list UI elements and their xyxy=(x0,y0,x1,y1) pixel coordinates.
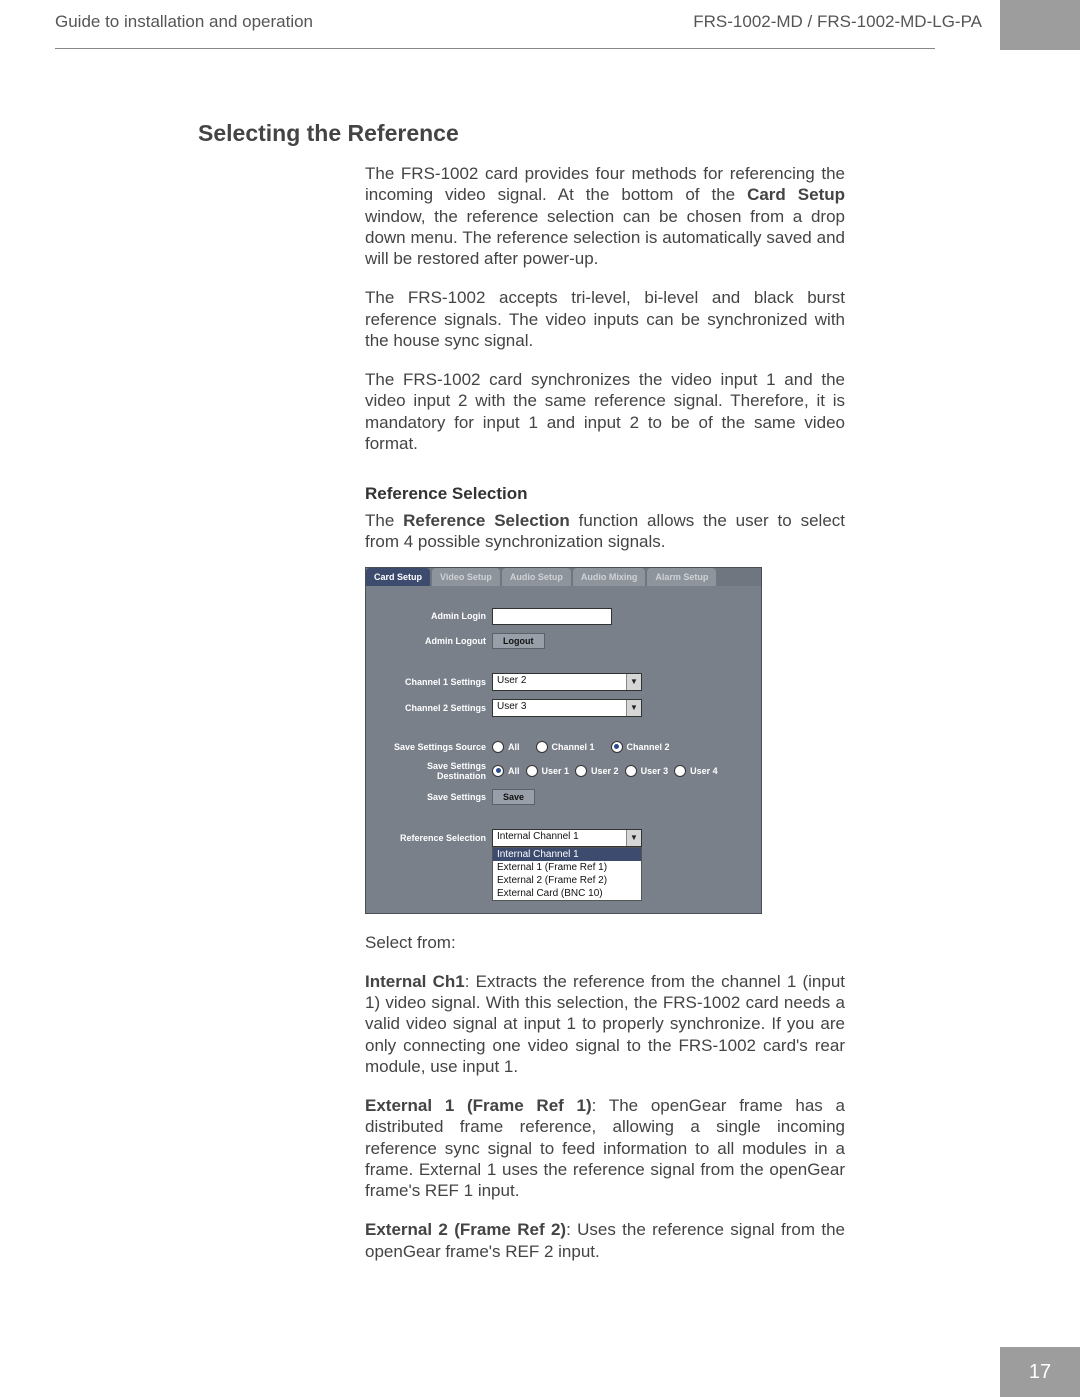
radio-destination-user-3[interactable]: User 3 xyxy=(625,765,669,777)
reference-option[interactable]: External 1 (Frame Ref 1) xyxy=(493,861,641,874)
channel-1-settings-dropdown[interactable]: User 2 ▼ xyxy=(492,673,642,691)
reference-selection-label: Reference Selection xyxy=(378,833,492,843)
save-settings-source-label: Save Settings Source xyxy=(378,742,492,752)
tab-audio-mixing[interactable]: Audio Mixing xyxy=(573,568,646,586)
radio-destination-user-2[interactable]: User 2 xyxy=(575,765,619,777)
card-setup-panel: Card Setup Video Setup Audio Setup Audio… xyxy=(365,567,762,914)
radio-destination-user-4[interactable]: User 4 xyxy=(674,765,718,777)
select-from-label: Select from: xyxy=(365,932,845,953)
chevron-down-icon: ▼ xyxy=(626,674,641,690)
paragraph-2: The FRS-1002 accepts tri-level, bi-level… xyxy=(365,287,845,351)
admin-login-label: Admin Login xyxy=(378,611,492,621)
chevron-down-icon: ▼ xyxy=(626,700,641,716)
header-left: Guide to installation and operation xyxy=(0,0,693,32)
reference-option[interactable]: Internal Channel 1 xyxy=(493,848,641,861)
radio-source-channel-2[interactable]: Channel 2 xyxy=(611,741,670,753)
reference-selection-dropdown[interactable]: Internal Channel 1 ▼ xyxy=(492,829,642,847)
channel-1-settings-label: Channel 1 Settings xyxy=(378,677,492,687)
page-header: Guide to installation and operation FRS-… xyxy=(0,0,1080,50)
logout-button[interactable]: Logout xyxy=(492,633,545,649)
subheading-reference-selection: Reference Selection xyxy=(365,484,845,504)
chevron-down-icon: ▼ xyxy=(626,830,641,846)
radio-source-channel-1[interactable]: Channel 1 xyxy=(536,741,595,753)
save-button[interactable]: Save xyxy=(492,789,535,805)
tab-audio-setup[interactable]: Audio Setup xyxy=(502,568,571,586)
header-right: FRS-1002-MD / FRS-1002-MD-LG-PA xyxy=(693,0,1000,32)
header-rule xyxy=(55,48,935,49)
save-settings-destination-radios: All User 1 User 2 User 3 User 4 xyxy=(492,765,718,777)
subheading-paragraph: The Reference Selection function allows … xyxy=(365,510,845,553)
channel-2-settings-dropdown[interactable]: User 3 ▼ xyxy=(492,699,642,717)
paragraph-3: The FRS-1002 card synchronizes the video… xyxy=(365,369,845,454)
admin-login-input[interactable] xyxy=(492,608,612,625)
panel-tabs: Card Setup Video Setup Audio Setup Audio… xyxy=(366,568,761,586)
save-settings-destination-label: Save Settings Destination xyxy=(378,761,492,781)
tab-video-setup[interactable]: Video Setup xyxy=(432,568,500,586)
page-number: 17 xyxy=(1000,1347,1080,1397)
tab-alarm-setup[interactable]: Alarm Setup xyxy=(647,568,716,586)
paragraph-1: The FRS-1002 card provides four methods … xyxy=(365,163,845,269)
header-corner-block xyxy=(1000,0,1080,50)
radio-source-all[interactable]: All xyxy=(492,741,520,753)
reference-option[interactable]: External 2 (Frame Ref 2) xyxy=(493,874,641,887)
tab-card-setup[interactable]: Card Setup xyxy=(366,568,430,586)
option-external-2: External 2 (Frame Ref 2): Uses the refer… xyxy=(365,1219,845,1262)
reference-selection-options: Internal Channel 1External 1 (Frame Ref … xyxy=(492,847,642,901)
radio-destination-user-1[interactable]: User 1 xyxy=(526,765,570,777)
radio-destination-all[interactable]: All xyxy=(492,765,520,777)
reference-option[interactable]: External Card (BNC 10) xyxy=(493,887,641,900)
option-external-1: External 1 (Frame Ref 1): The openGear f… xyxy=(365,1095,845,1201)
save-settings-source-radios: All Channel 1 Channel 2 xyxy=(492,741,670,753)
channel-2-settings-label: Channel 2 Settings xyxy=(378,703,492,713)
admin-logout-label: Admin Logout xyxy=(378,636,492,646)
section-title: Selecting the Reference xyxy=(198,120,845,147)
option-internal-ch1: Internal Ch1: Extracts the reference fro… xyxy=(365,971,845,1077)
save-settings-label: Save Settings xyxy=(378,792,492,802)
